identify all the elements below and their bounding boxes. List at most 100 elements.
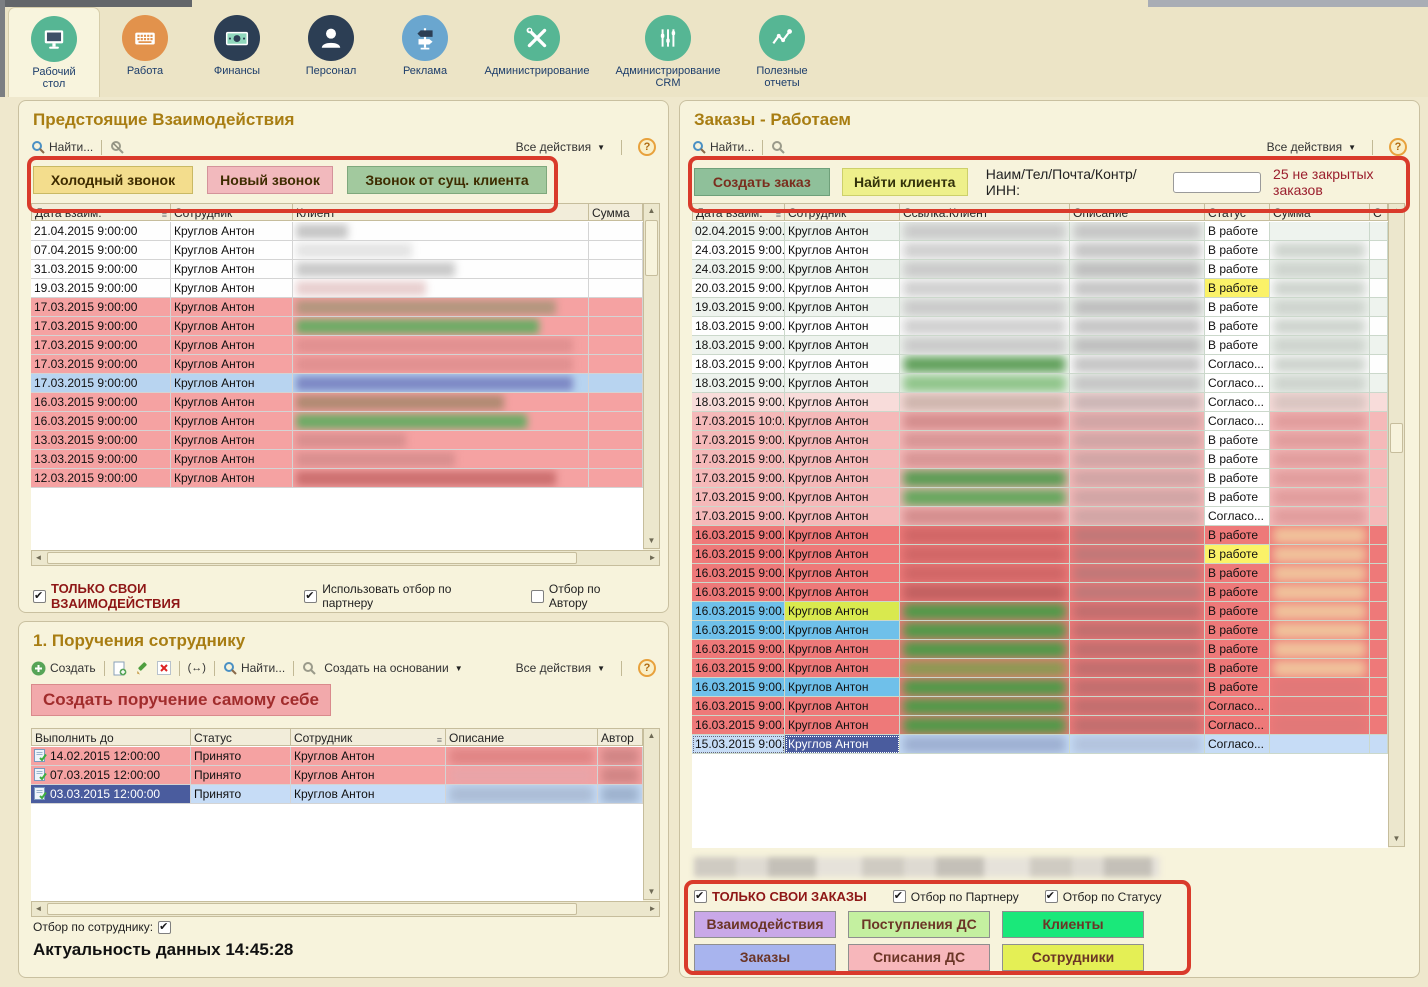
table-row[interactable]: 16.03.2015 9:00...Круглов АнтонВ работе [692,621,1388,640]
tab-item[interactable]: Полезные отчеты [734,7,830,97]
table-row[interactable]: 17.03.2015 9:00...Круглов АнтонВ работе [692,431,1388,450]
column-header[interactable]: Ссылка.Клиент [900,203,1070,221]
table-row[interactable]: 31.03.2015 9:00:00Круглов Антон [31,260,643,279]
interactions-hscrollbar[interactable]: ◄ ► [31,550,660,566]
edit-button[interactable] [135,661,149,675]
help-icon[interactable]: ? [1389,138,1407,156]
employee-filter-checkbox[interactable] [158,921,171,934]
table-row[interactable]: 18.03.2015 9:00...Круглов АнтонСогласо..… [692,374,1388,393]
table-row[interactable]: 14.02.2015 12:00:00ПринятоКруглов Антон [31,747,643,766]
scroll-up-icon[interactable]: ▲ [1390,204,1403,218]
table-row[interactable]: 16.03.2015 9:00...Круглов АнтонСогласо..… [692,697,1388,716]
create-based-on-button[interactable]: Создать на основании▼ [324,661,462,675]
table-row[interactable]: 17.03.2015 9:00:00Круглов Антон [31,336,643,355]
table-row[interactable]: 16.03.2015 9:00...Круглов АнтонВ работе [692,640,1388,659]
nav-button-4[interactable]: Заказы [694,944,836,971]
scroll-up-icon[interactable]: ▲ [645,729,658,743]
help-icon[interactable]: ? [638,138,656,156]
create-order-button[interactable]: Создать заказ [694,168,830,196]
find-button[interactable]: Найти... [692,140,754,154]
filter-checkbox-item[interactable]: ТОЛЬКО СВОИ ВЗАИМОДЕЙСТВИЯ [33,581,278,611]
orders-vscrollbar[interactable]: ▲ ▼ [1388,203,1405,847]
checkbox[interactable] [893,890,906,903]
tab-active-item[interactable]: Рабочий стол [8,7,100,97]
scroll-right-icon[interactable]: ► [646,902,659,916]
scroll-thumb[interactable] [1390,423,1403,453]
table-row[interactable]: 16.03.2015 9:00...Круглов АнтонСогласо..… [692,716,1388,735]
table-row[interactable]: 13.03.2015 9:00:00Круглов Антон [31,450,643,469]
table-row[interactable]: 07.03.2015 12:00:00ПринятоКруглов Антон [31,766,643,785]
table-row[interactable]: 17.03.2015 9:00:00Круглов Антон [31,317,643,336]
all-actions-button[interactable]: Все действия▼ [516,140,605,154]
create-button[interactable]: Создать [31,661,96,676]
nav-button-2[interactable]: Поступления ДС [848,911,990,938]
table-row[interactable]: 16.03.2015 9:00...Круглов АнтонВ работе [692,583,1388,602]
nav-button-5[interactable]: Списания ДС [848,944,990,971]
checkbox[interactable] [694,890,707,903]
tab-item[interactable]: Реклама [378,7,472,97]
table-row[interactable]: 17.03.2015 9:00...Круглов АнтонВ работе [692,450,1388,469]
column-header[interactable]: Дата взаим.≡ [31,203,171,221]
scroll-left-icon[interactable]: ◄ [32,902,45,916]
column-header[interactable]: Дата взаим.≡ [692,203,785,221]
nav-button-1[interactable]: Взаимодействия [694,911,836,938]
filter-checkbox-item[interactable]: ТОЛЬКО СВОИ ЗАКАЗЫ [694,889,867,904]
find-button[interactable]: Найти... [223,661,285,675]
clear-search-button[interactable] [771,140,785,154]
checkbox[interactable] [33,590,46,603]
column-header[interactable]: Клиент [293,203,589,221]
column-header[interactable]: Автор [598,728,643,746]
scroll-down-icon[interactable]: ▼ [1390,832,1403,846]
call-action-button[interactable]: Холодный звонок [33,166,193,194]
table-row[interactable]: 18.03.2015 9:00...Круглов АнтонСогласо..… [692,393,1388,412]
column-header[interactable]: Сотрудник [785,203,900,221]
table-row[interactable]: 16.03.2015 9:00...Круглов АнтонВ работе [692,678,1388,697]
column-header[interactable]: С [1370,203,1388,221]
table-row[interactable]: 17.03.2015 9:00...Круглов АнтонВ работе [692,488,1388,507]
call-action-button[interactable]: Новый звонок [207,166,333,194]
table-row[interactable]: 13.03.2015 9:00:00Круглов Антон [31,431,643,450]
copy-item-button[interactable] [113,661,127,676]
help-icon[interactable]: ? [638,659,656,677]
checkbox[interactable] [1045,890,1058,903]
table-row[interactable]: 19.03.2015 9:00:00Круглов Антон [31,279,643,298]
column-header[interactable]: Сотрудник [171,203,293,221]
table-row[interactable]: 18.03.2015 9:00...Круглов АнтонВ работе [692,317,1388,336]
clear-search-button[interactable] [110,140,124,154]
create-self-task-button[interactable]: Создать поручение самому себе [31,684,331,716]
column-header[interactable]: Сотрудник≡ [291,728,446,746]
client-search-input[interactable] [1173,172,1261,193]
filter-checkbox-item[interactable]: Отбор по Партнеру [893,890,1019,904]
scroll-down-icon[interactable]: ▼ [645,534,658,548]
table-row[interactable]: 16.03.2015 9:00...Круглов АнтонВ работе [692,526,1388,545]
filter-checkbox-item[interactable]: Отбор по Статусу [1045,890,1162,904]
tab-item[interactable]: Персонал [284,7,378,97]
table-row[interactable]: 17.03.2015 9:00:00Круглов Антон [31,374,643,393]
table-row[interactable]: 02.04.2015 9:00...Круглов АнтонВ работе [692,222,1388,241]
table-row[interactable]: 16.03.2015 9:00...Круглов АнтонВ работе [692,545,1388,564]
tab-item[interactable]: Администрирование CRM [602,7,734,97]
scroll-down-icon[interactable]: ▼ [645,885,658,899]
table-row[interactable]: 16.03.2015 9:00...Круглов АнтонВ работе [692,564,1388,583]
column-header[interactable]: Статус [1205,203,1270,221]
table-row[interactable]: 17.03.2015 9:00:00Круглов Антон [31,298,643,317]
nav-button-3[interactable]: Клиенты [1002,911,1144,938]
table-row[interactable]: 18.03.2015 9:00...Круглов АнтонСогласо..… [692,355,1388,374]
table-row[interactable]: 15.03.2015 9:00...Круглов АнтонСогласо..… [692,735,1388,754]
tasks-hscrollbar[interactable]: ◄ ► [31,901,660,917]
table-row[interactable]: 17.03.2015 9:00...Круглов АнтонВ работе [692,469,1388,488]
table-row[interactable]: 24.03.2015 9:00...Круглов АнтонВ работе [692,260,1388,279]
table-row[interactable]: 12.03.2015 9:00:00Круглов Антон [31,469,643,488]
table-row[interactable]: 17.03.2015 9:00...Круглов АнтонСогласо..… [692,507,1388,526]
scroll-left-icon[interactable]: ◄ [32,551,45,565]
table-row[interactable]: 17.03.2015 9:00:00Круглов Антон [31,355,643,374]
interactions-vscrollbar[interactable]: ▲ ▼ [643,203,660,549]
tasks-vscrollbar[interactable]: ▲ ▼ [643,728,660,900]
scroll-thumb[interactable] [47,552,577,564]
tab-item[interactable]: Администрирование [472,7,602,97]
checkbox[interactable] [304,590,317,603]
tab-item[interactable]: Финансы [190,7,284,97]
column-header[interactable]: Сумма [1270,203,1370,221]
table-row[interactable]: 16.03.2015 9:00...Круглов АнтонВ работе [692,659,1388,678]
find-button[interactable]: Найти... [31,140,93,154]
